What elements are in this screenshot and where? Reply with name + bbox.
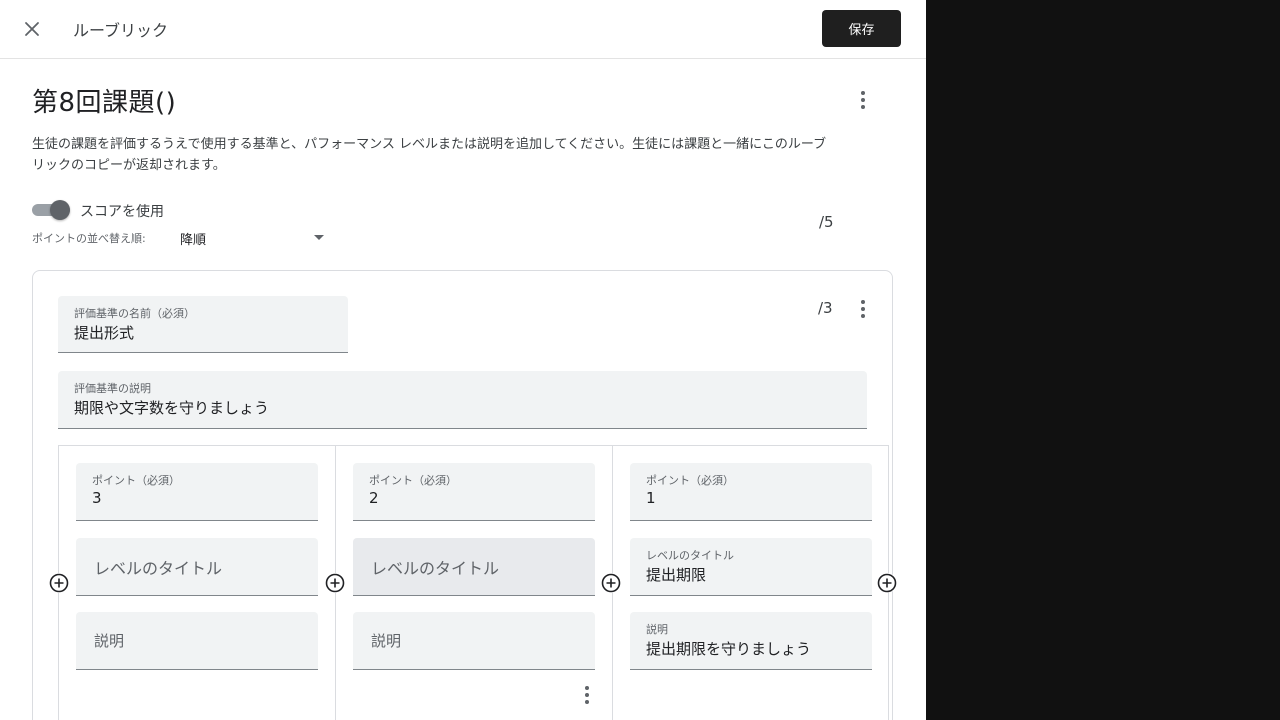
criterion-description-label: 評価基準の説明 xyxy=(74,382,151,395)
level-1-description-placeholder: 説明 xyxy=(94,632,125,650)
add-circle-icon xyxy=(601,573,621,593)
level-2-points-label: ポイント（必須） xyxy=(369,474,457,487)
close-icon xyxy=(25,22,39,36)
add-circle-icon xyxy=(325,573,345,593)
rubric-dialog: ルーブリック 保存 第8回課題() 生徒の課題を評価するうえで使用する基準と、パ… xyxy=(0,0,926,720)
use-scores-label: スコアを使用 xyxy=(80,204,164,220)
criterion-description-value: 期限や文字数を守りましょう xyxy=(74,399,270,417)
rubric-title[interactable]: 第8回課題() xyxy=(32,82,176,119)
rubric-description: 生徒の課題を評価するうえで使用する基準と、パフォーマンス レベルまたは説明を追加… xyxy=(32,137,827,173)
level-1-title-field[interactable]: レベルのタイトル xyxy=(76,538,318,596)
toggle-thumb xyxy=(50,200,70,220)
level-3-points-label: ポイント（必須） xyxy=(646,474,734,487)
backdrop xyxy=(926,0,1280,720)
level-3-description-label: 説明 xyxy=(646,623,668,636)
level-2-title-placeholder: レベルのタイトル xyxy=(371,558,500,578)
criterion-name-value: 提出形式 xyxy=(74,324,135,342)
level-2-points-field[interactable]: ポイント（必須） 2 xyxy=(353,463,595,521)
level-1-points-field[interactable]: ポイント（必須） 3 xyxy=(76,463,318,521)
rubric-more-options-icon[interactable] xyxy=(851,88,875,112)
level-3-points-field[interactable]: ポイント（必須） 1 xyxy=(630,463,872,521)
total-score: /5 xyxy=(819,213,834,231)
criterion-more-options-icon[interactable] xyxy=(851,297,875,321)
add-circle-icon xyxy=(877,573,897,593)
level-3-points-value: 1 xyxy=(646,489,656,507)
level-1-points-value: 3 xyxy=(92,489,102,507)
level-3-description-value: 提出期限を守りましょう xyxy=(646,640,812,658)
level-1-points-label: ポイント（必須） xyxy=(92,474,180,487)
sort-order-select[interactable]: 降順 xyxy=(178,226,330,250)
level-2-description-field[interactable]: 説明 xyxy=(353,612,595,670)
add-circle-icon xyxy=(49,573,69,593)
criterion-score: /3 xyxy=(818,299,833,317)
chevron-down-icon xyxy=(314,235,324,240)
level-2-more-options-icon[interactable] xyxy=(575,683,599,707)
top-bar: ルーブリック 保存 xyxy=(0,0,926,59)
level-3-title-label: レベルのタイトル xyxy=(646,549,734,562)
criterion-name-field[interactable]: 評価基準の名前（必須） 提出形式 xyxy=(58,296,348,353)
add-level-button[interactable] xyxy=(49,573,69,593)
level-2-points-value: 2 xyxy=(369,489,379,507)
use-scores-toggle[interactable] xyxy=(32,200,72,220)
level-3-title-value: 提出期限 xyxy=(646,566,707,584)
criterion-name-label: 評価基準の名前（必須） xyxy=(74,307,195,320)
add-level-button[interactable] xyxy=(325,573,345,593)
dialog-title: ルーブリック xyxy=(73,21,169,40)
level-2-title-field[interactable]: レベルのタイトル xyxy=(353,538,595,596)
level-3-title-field[interactable]: レベルのタイトル 提出期限 xyxy=(630,538,872,596)
criterion-description-field[interactable]: 評価基準の説明 期限や文字数を守りましょう xyxy=(58,371,867,429)
sort-order-value: 降順 xyxy=(180,233,207,248)
close-button[interactable] xyxy=(16,13,48,45)
level-1-title-placeholder: レベルのタイトル xyxy=(94,558,223,578)
add-level-button[interactable] xyxy=(601,573,621,593)
level-2-description-placeholder: 説明 xyxy=(371,632,402,650)
add-level-button[interactable] xyxy=(877,573,897,593)
level-1-description-field[interactable]: 説明 xyxy=(76,612,318,670)
sort-order-label: ポイントの並べ替え順: xyxy=(32,232,146,245)
save-button[interactable]: 保存 xyxy=(822,10,901,47)
level-3-description-field[interactable]: 説明 提出期限を守りましょう xyxy=(630,612,872,670)
